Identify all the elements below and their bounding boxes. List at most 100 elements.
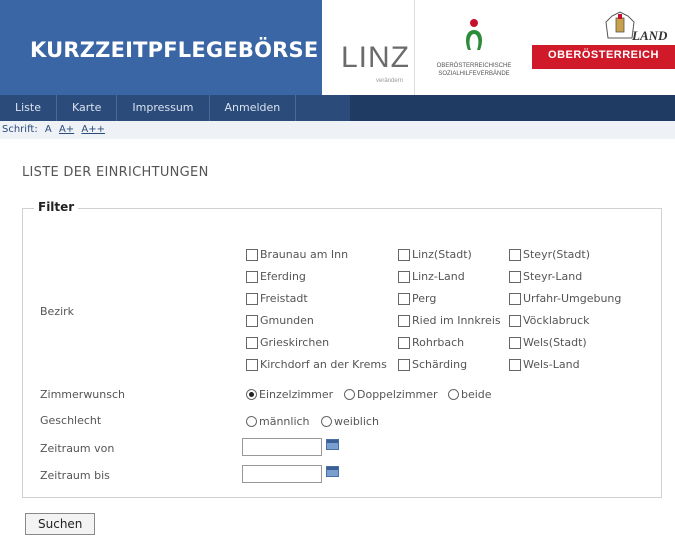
checkbox-box[interactable] xyxy=(509,336,521,349)
bezirk-checkbox-kirchdorf[interactable]: Kirchdorf an der Krems xyxy=(246,358,387,371)
checkbox-label: Linz(Stadt) xyxy=(412,248,472,261)
checkbox-label: Grieskirchen xyxy=(260,336,330,349)
checkbox-label: Linz-Land xyxy=(412,270,465,283)
checkbox-box[interactable] xyxy=(509,248,521,261)
checkbox-label: Rohrbach xyxy=(412,336,465,349)
calendar-icon[interactable] xyxy=(326,466,339,477)
sozialhilfeverbaende-logo[interactable]: OBERÖSTERREICHISCHE SOZIALHILFEVERBÄNDE xyxy=(414,0,532,95)
checkbox-box[interactable] xyxy=(398,248,410,261)
checkbox-box[interactable] xyxy=(398,314,410,327)
sozial-logo-line2: SOZIALHILFEVERBÄNDE xyxy=(438,71,510,77)
bezirk-checkbox-steyr-stadt[interactable]: Steyr(Stadt) xyxy=(509,248,590,261)
bezirk-checkbox-rohrbach[interactable]: Rohrbach xyxy=(398,336,464,349)
checkbox-box[interactable] xyxy=(398,270,410,283)
geschlecht-radio-weiblich[interactable]: weiblich xyxy=(321,415,379,428)
bezirk-checkbox-grieskirchen[interactable]: Grieskirchen xyxy=(246,336,329,349)
geschlecht-label: Geschlecht xyxy=(40,414,102,427)
radio-dot[interactable] xyxy=(448,389,459,400)
bezirk-checkbox-gmunden[interactable]: Gmunden xyxy=(246,314,314,327)
checkbox-label: Steyr(Stadt) xyxy=(523,248,591,261)
bezirk-checkbox-wels-stadt[interactable]: Wels(Stadt) xyxy=(509,336,587,349)
radio-dot[interactable] xyxy=(321,416,332,427)
radio-label: Einzelzimmer xyxy=(259,388,334,401)
sozial-logo-line1: OBERÖSTERREICHISCHE xyxy=(436,63,512,69)
font-size-bar: Schrift: A A+ A++ xyxy=(0,121,675,139)
radio-dot[interactable] xyxy=(344,389,355,400)
checkbox-box[interactable] xyxy=(246,336,258,349)
zeitraum-bis-input[interactable] xyxy=(242,465,322,483)
nav-item-liste[interactable]: Liste xyxy=(0,95,57,121)
checkbox-label: Ried im Innkreis xyxy=(412,314,501,327)
bezirk-checkbox-ried[interactable]: Ried im Innkreis xyxy=(398,314,501,327)
radio-dot[interactable] xyxy=(246,416,257,427)
checkbox-box[interactable] xyxy=(398,292,410,305)
bezirk-checkbox-voecklabruck[interactable]: Vöcklabruck xyxy=(509,314,590,327)
zimmer-radio-beide[interactable]: beide xyxy=(448,388,492,401)
checkbox-label: Vöcklabruck xyxy=(523,314,590,327)
checkbox-label: Steyr-Land xyxy=(523,270,583,283)
sozial-logo-icon xyxy=(466,19,482,50)
nav-item-karte[interactable]: Karte xyxy=(57,95,118,121)
linz-logo-subtext: verändern xyxy=(376,78,404,84)
header: KURZZEITPFLEGEBÖRSE OÖ LINZ verändern OB… xyxy=(0,0,675,95)
linz-logo-text: LINZ xyxy=(341,41,411,74)
checkbox-box[interactable] xyxy=(398,336,410,349)
land-ooe-logo[interactable]: LAND OBERÖSTERREICH xyxy=(532,0,675,95)
land-word: LAND xyxy=(632,28,668,43)
checkbox-label: Urfahr-Umgebung xyxy=(523,292,622,305)
radio-dot[interactable] xyxy=(246,389,257,400)
font-size-xlarge-link[interactable]: A++ xyxy=(81,124,105,135)
checkbox-box[interactable] xyxy=(246,314,258,327)
bezirk-checkbox-urfahr[interactable]: Urfahr-Umgebung xyxy=(509,292,621,305)
calendar-icon[interactable] xyxy=(326,439,339,450)
bezirk-checkbox-linz-land[interactable]: Linz-Land xyxy=(398,270,465,283)
zimmer-radio-einzel[interactable]: Einzelzimmer xyxy=(246,388,333,401)
radio-label: Doppelzimmer xyxy=(357,388,438,401)
checkbox-box[interactable] xyxy=(246,270,258,283)
nav-bar: Liste Karte Impressum Anmelden xyxy=(0,95,350,121)
nav-item-anmelden[interactable]: Anmelden xyxy=(210,95,297,121)
bezirk-checkbox-wels-land[interactable]: Wels-Land xyxy=(509,358,580,371)
bezirk-checkbox-linz-stadt[interactable]: Linz(Stadt) xyxy=(398,248,472,261)
font-size-large-link[interactable]: A+ xyxy=(59,124,74,135)
checkbox-box[interactable] xyxy=(509,292,521,305)
search-button[interactable]: Suchen xyxy=(25,513,96,535)
bezirk-label: Bezirk xyxy=(40,305,75,318)
checkbox-label: Perg xyxy=(412,292,437,305)
nav-item-impressum[interactable]: Impressum xyxy=(117,95,210,121)
bezirk-checkbox-perg[interactable]: Perg xyxy=(398,292,436,305)
checkbox-label: Eferding xyxy=(260,270,306,283)
page-title: LISTE DER EINRICHTUNGEN xyxy=(22,165,209,180)
zimmer-radio-doppel[interactable]: Doppelzimmer xyxy=(344,388,438,401)
bezirk-checkbox-freistadt[interactable]: Freistadt xyxy=(246,292,308,305)
bezirk-checkbox-braunau[interactable]: Braunau am Inn xyxy=(246,248,348,261)
radio-label: weiblich xyxy=(334,415,379,428)
checkbox-label: Kirchdorf an der Krems xyxy=(260,358,387,371)
zeitraum-bis-label: Zeitraum bis xyxy=(40,469,110,482)
checkbox-box[interactable] xyxy=(246,248,258,261)
checkbox-box[interactable] xyxy=(509,358,521,371)
checkbox-label: Wels-Land xyxy=(523,358,580,371)
bezirk-checkbox-schaerding[interactable]: Schärding xyxy=(398,358,467,371)
checkbox-label: Schärding xyxy=(412,358,468,371)
checkbox-box[interactable] xyxy=(398,358,410,371)
checkbox-box[interactable] xyxy=(246,358,258,371)
linz-logo[interactable]: LINZ verändern xyxy=(322,0,414,95)
zeitraum-von-input[interactable] xyxy=(242,438,322,456)
bezirk-checkbox-eferding[interactable]: Eferding xyxy=(246,270,306,283)
land-name: OBERÖSTERREICH xyxy=(548,49,659,61)
geschlecht-radio-maennlich[interactable]: männlich xyxy=(246,415,310,428)
checkbox-label: Braunau am Inn xyxy=(260,248,349,261)
zimmer-label: Zimmerwunsch xyxy=(40,388,126,401)
site-title[interactable]: KURZZEITPFLEGEBÖRSE OÖ xyxy=(30,38,362,62)
font-size-normal-link[interactable]: A xyxy=(45,124,52,135)
radio-label: beide xyxy=(461,388,492,401)
checkbox-label: Gmunden xyxy=(260,314,314,327)
bezirk-checkbox-steyr-land[interactable]: Steyr-Land xyxy=(509,270,582,283)
checkbox-box[interactable] xyxy=(509,270,521,283)
checkbox-box[interactable] xyxy=(246,292,258,305)
checkbox-label: Freistadt xyxy=(260,292,308,305)
checkbox-box[interactable] xyxy=(509,314,521,327)
radio-label: männlich xyxy=(259,415,310,428)
checkbox-label: Wels(Stadt) xyxy=(523,336,587,349)
